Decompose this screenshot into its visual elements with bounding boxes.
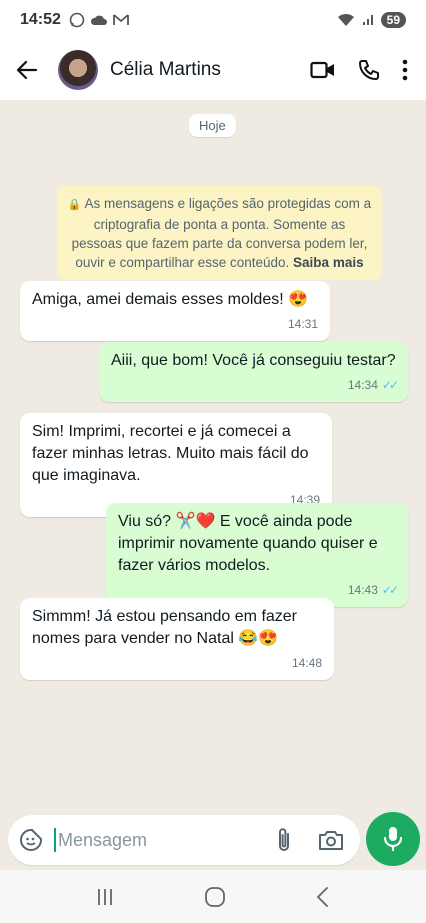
encryption-notice[interactable]: 🔒 As mensagens e ligações são protegidas… bbox=[57, 186, 382, 280]
battery-indicator: 59 bbox=[380, 12, 406, 28]
notification-icons bbox=[69, 12, 129, 28]
message-time: 14:34 bbox=[347, 378, 378, 392]
gmail-icon bbox=[113, 14, 129, 25]
message-input[interactable]: Mensagem bbox=[54, 828, 276, 852]
status-time: 14:52 bbox=[20, 11, 61, 28]
sticker-button[interactable] bbox=[8, 828, 54, 852]
message-bubble[interactable]: Amiga, amei demais esses moldes! 😍 14:31 bbox=[20, 281, 330, 341]
message-time: 14:43 bbox=[347, 583, 378, 597]
read-receipt-icon: ✓✓ bbox=[381, 378, 399, 392]
input-bar: Mensagem bbox=[0, 810, 426, 870]
message-text: Viu só? ✂️❤️ E você ainda pode imprimir … bbox=[118, 513, 378, 574]
back-nav-icon[interactable] bbox=[315, 886, 331, 908]
message-bubble[interactable]: Simmm! Já estou pensando em fazer nomes … bbox=[20, 598, 334, 680]
input-tools bbox=[276, 827, 344, 853]
message-text: Amiga, amei demais esses moldes! 😍 bbox=[32, 291, 309, 308]
more-options-icon[interactable] bbox=[402, 59, 408, 81]
voice-message-button[interactable] bbox=[366, 812, 420, 866]
message-meta: 14:31 bbox=[32, 313, 318, 335]
message-time: 14:48 bbox=[291, 656, 322, 670]
microphone-icon bbox=[383, 827, 403, 852]
learn-more-link[interactable]: Saiba mais bbox=[293, 255, 364, 270]
message-input-box[interactable]: Mensagem bbox=[8, 815, 360, 865]
attach-icon[interactable] bbox=[276, 827, 292, 853]
whatsapp-notification-icon bbox=[69, 12, 85, 28]
header-actions bbox=[310, 59, 408, 81]
wifi-icon bbox=[337, 13, 354, 26]
message-text: Sim! Imprimi, recortei e já comecei a fa… bbox=[32, 423, 309, 484]
message-meta: 14:34 ✓✓ bbox=[111, 374, 399, 396]
chat-header: Célia Martins bbox=[0, 40, 426, 100]
date-chip: Hoje bbox=[189, 114, 236, 137]
signal-icon bbox=[362, 15, 373, 25]
chat-area[interactable]: Hoje 🔒 As mensagens e ligações são prote… bbox=[0, 100, 426, 810]
contact-name[interactable]: Célia Martins bbox=[110, 59, 221, 81]
message-text: Simmm! Já estou pensando em fazer nomes … bbox=[32, 608, 298, 647]
message-bubble[interactable]: Aiii, que bom! Você já conseguiu testar?… bbox=[99, 342, 408, 402]
message-meta: 14:48 bbox=[32, 652, 322, 674]
camera-icon[interactable] bbox=[318, 829, 344, 851]
back-button[interactable] bbox=[0, 59, 54, 81]
video-call-icon[interactable] bbox=[310, 60, 336, 80]
sticker-icon bbox=[20, 829, 42, 851]
message-bubble[interactable]: Sim! Imprimi, recortei e já comecei a fa… bbox=[20, 413, 332, 517]
lock-icon: 🔒 bbox=[67, 199, 82, 211]
phone-call-icon[interactable] bbox=[358, 59, 380, 81]
status-right: 59 bbox=[337, 12, 406, 28]
cloud-icon bbox=[90, 15, 107, 25]
message-text: Aiii, que bom! Você já conseguiu testar? bbox=[111, 352, 396, 369]
message-bubble[interactable]: Viu só? ✂️❤️ E você ainda pode imprimir … bbox=[106, 503, 408, 607]
system-nav-bar bbox=[0, 870, 426, 923]
home-icon[interactable] bbox=[204, 886, 226, 908]
status-bar: 14:52 59 bbox=[0, 0, 426, 40]
back-arrow-icon bbox=[16, 60, 38, 80]
avatar[interactable] bbox=[58, 50, 98, 90]
recent-apps-icon[interactable] bbox=[95, 887, 115, 907]
read-receipt-icon: ✓✓ bbox=[381, 583, 399, 597]
message-time: 14:31 bbox=[287, 317, 318, 331]
